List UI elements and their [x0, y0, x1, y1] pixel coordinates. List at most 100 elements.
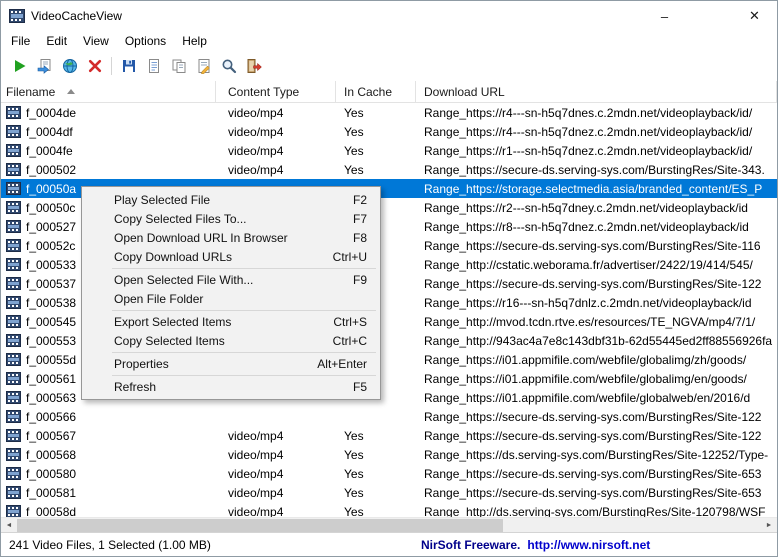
videocacheview-window: VideoCacheView – ✕ File Edit View Options He… [0, 0, 778, 557]
table-row[interactable]: f_0004df video/mp4 Yes Range_https://r4---s… [1, 122, 777, 141]
menu-item-copy-selected-files-to[interactable]: Copy Selected Files To... F7 [82, 209, 380, 228]
status-bar: 241 Video Files, 1 Selected (1.00 MB) Ni… [1, 532, 777, 556]
toolbar [1, 51, 777, 81]
copy-icon [171, 58, 187, 74]
video-file-icon [6, 239, 21, 252]
menu-item-shortcut: F9 [352, 272, 367, 287]
filename-cell: f_0004df [1, 125, 216, 139]
menu-item-open-download-url-in-browser[interactable]: Open Download URL In Browser F8 [82, 228, 380, 247]
column-header-download-url[interactable]: Download URL [416, 81, 777, 102]
filename-text: f_0004fe [26, 143, 73, 158]
video-file-icon [6, 505, 21, 517]
menu-separator [112, 268, 376, 269]
download-url-cell: Range_https://secure-ds.serving-sys.com/… [424, 276, 762, 291]
filename-cell: f_000566 [1, 410, 216, 424]
exit-button[interactable] [241, 54, 266, 79]
menubar-item-view[interactable]: View [75, 32, 117, 50]
maximize-button-placeholder [687, 1, 732, 31]
in-cache-cell: Yes [344, 428, 364, 443]
table-row[interactable]: f_000581 video/mp4 Yes Range_https://secure… [1, 483, 777, 502]
report-button[interactable] [191, 54, 216, 79]
toolbar-separator [111, 57, 112, 75]
nirsoft-link[interactable]: http://www.nirsoft.net [527, 538, 650, 552]
content-type-cell: video/mp4 [228, 504, 284, 518]
context-menu: Play Selected File F2 Copy Selected Files … [81, 186, 381, 400]
menu-item-copy-selected-items[interactable]: Copy Selected Items Ctrl+C [82, 331, 380, 350]
table-row[interactable]: f_000566 Range_https://secure-ds.serving-… [1, 407, 777, 426]
window-title: VideoCacheView [31, 9, 122, 23]
menubar-item-file[interactable]: File [3, 32, 38, 50]
scrollbar-thumb[interactable] [17, 519, 503, 532]
in-cache-cell: Yes [344, 466, 364, 481]
delete-button[interactable] [82, 54, 107, 79]
menu-item-play-selected-file[interactable]: Play Selected File F2 [82, 190, 380, 209]
menubar-item-help[interactable]: Help [174, 32, 215, 50]
scroll-left-arrow-icon[interactable]: ◄ [1, 518, 17, 532]
play-button[interactable] [7, 54, 32, 79]
menu-item-shortcut: Ctrl+U [332, 249, 367, 264]
table-row[interactable]: f_000567 video/mp4 Yes Range_https://secure… [1, 426, 777, 445]
table-row[interactable]: f_0004de video/mp4 Yes Range_https://r4---s… [1, 103, 777, 122]
close-button[interactable]: ✕ [732, 1, 777, 31]
menubar-item-edit[interactable]: Edit [38, 32, 75, 50]
save-button[interactable] [116, 54, 141, 79]
in-cache-cell: Yes [344, 447, 364, 462]
menubar-item-options[interactable]: Options [117, 32, 174, 50]
in-cache-cell: Yes [344, 143, 364, 158]
scroll-right-arrow-icon[interactable]: ► [761, 518, 777, 532]
in-cache-cell: Yes [344, 124, 364, 139]
menu-item-open-selected-file-with[interactable]: Open Selected File With... F9 [82, 270, 380, 289]
column-header-filename[interactable]: Filename [1, 81, 216, 102]
copy-button[interactable] [166, 54, 191, 79]
column-header-content-type[interactable]: Content Type [216, 81, 336, 102]
table-row[interactable]: f_0004fe video/mp4 Yes Range_https://r1---s… [1, 141, 777, 160]
table-row[interactable]: f_00058d video/mp4 Yes Range_http://ds.serv… [1, 502, 777, 517]
menu-item-shortcut: F2 [352, 192, 367, 207]
properties-button[interactable] [141, 54, 166, 79]
nirsoft-freeware-label: NirSoft Freeware. [421, 537, 521, 552]
horizontal-scrollbar[interactable]: ◄ ► [1, 517, 777, 532]
menu-item-shortcut: Alt+Enter [317, 356, 367, 371]
minimize-button[interactable]: – [642, 1, 687, 31]
title-bar: VideoCacheView – ✕ [1, 1, 777, 31]
filename-cell: f_0004de [1, 106, 216, 120]
menu-item-label: Refresh [114, 379, 157, 394]
menu-item-label: Play Selected File [114, 192, 211, 207]
report-icon [196, 58, 212, 74]
in-cache-cell: Yes [344, 162, 364, 177]
menu-item-label: Properties [114, 356, 169, 371]
download-url-cell: Range_https://secure-ds.serving-sys.com/… [424, 466, 762, 481]
menu-item-shortcut: F7 [352, 211, 367, 226]
menu-item-properties[interactable]: Properties Alt+Enter [82, 354, 380, 373]
table-row[interactable]: f_000580 video/mp4 Yes Range_https://secure… [1, 464, 777, 483]
video-file-icon [6, 334, 21, 347]
column-header-label: Download URL [424, 84, 505, 99]
menu-item-copy-download-urls[interactable]: Copy Download URLs Ctrl+U [82, 247, 380, 266]
video-file-icon [6, 125, 21, 138]
column-header-in-cache[interactable]: In Cache [336, 81, 416, 102]
menu-item-open-file-folder[interactable]: Open File Folder [82, 289, 380, 308]
menu-item-shortcut: F5 [352, 379, 367, 394]
video-file-icon [6, 220, 21, 233]
download-url-cell: Range_https://r8---sn-h5q7dnez.c.2mdn.ne… [424, 219, 749, 234]
copy-files-to-button[interactable] [32, 54, 57, 79]
column-header-row: Filename Content Type In Cache Download URL [1, 81, 777, 103]
column-header-label: Filename [6, 84, 56, 99]
filename-text: f_00050c [26, 200, 76, 215]
table-row[interactable]: f_000568 video/mp4 Yes Range_https://ds.ser… [1, 445, 777, 464]
video-file-icon [6, 201, 21, 214]
menu-item-export-selected-items[interactable]: Export Selected Items Ctrl+S [82, 312, 380, 331]
content-type-cell: video/mp4 [228, 466, 284, 481]
open-in-browser-button[interactable] [57, 54, 82, 79]
table-row[interactable]: f_000502 video/mp4 Yes Range_https://secure… [1, 160, 777, 179]
download-url-cell: Range_https://ds.serving-sys.com/Burstin… [424, 447, 769, 462]
in-cache-cell: Yes [344, 485, 364, 500]
find-button[interactable] [216, 54, 241, 79]
video-file-icon [6, 277, 21, 290]
menu-item-refresh[interactable]: Refresh F5 [82, 377, 380, 396]
download-url-cell: Range_https://i01.appmifile.com/webfile/… [424, 352, 747, 367]
filename-text: f_0004de [26, 105, 77, 120]
video-file-icon [6, 372, 21, 385]
content-type-cell: video/mp4 [228, 162, 284, 177]
menu-separator [112, 375, 376, 376]
